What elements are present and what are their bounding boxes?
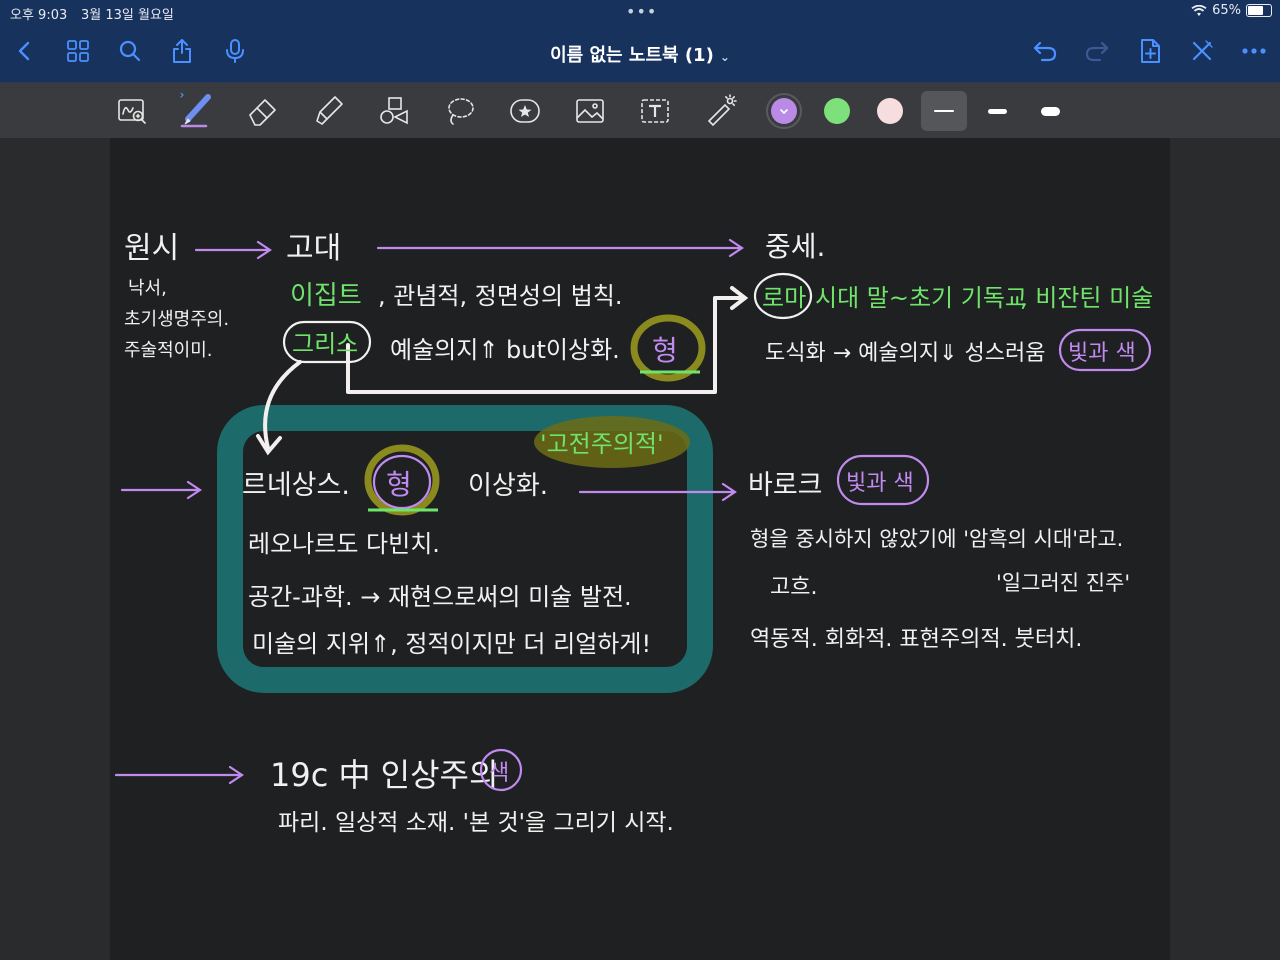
renaissance-line-2: 공간-과학. → 재현으로써의 미술 발전. bbox=[248, 583, 632, 611]
arrow-into-renaissance bbox=[120, 480, 202, 500]
medieval-light-color: 빛과 색 bbox=[1068, 341, 1136, 366]
medieval-section: 중세. 로마 시대 말~초기 기독교 , 비잔틴 미술 도식화 → 예술의지⇓ … bbox=[753, 230, 1153, 372]
medieval-rome-rest: 시대 말~초기 기독교 bbox=[815, 284, 1027, 312]
baroque-line-2-b: '일그러진 진주' bbox=[996, 571, 1130, 595]
arrow-primitive-ancient bbox=[194, 240, 272, 260]
medieval-rome: 로마 bbox=[762, 284, 806, 312]
primitive-title: 원시 bbox=[124, 231, 179, 266]
primitive-line-2: 초기생명주의. bbox=[124, 309, 229, 330]
baroque-line-3: 역동적. 회화적. 표현주의적. 붓터치. bbox=[750, 627, 1082, 652]
renaissance-classicism: '고전주의적' bbox=[540, 430, 664, 458]
medieval-title: 중세. bbox=[765, 230, 825, 263]
baroque-title: 바로크 bbox=[748, 470, 823, 501]
baroque-section: 바로크 빛과 색 형을 중시하지 않았기에 '암흑의 시대'라고. 고흐. '일… bbox=[748, 454, 1130, 652]
medieval-byzantine: , 비잔틴 미술 bbox=[1020, 284, 1153, 312]
arrow-ancient-medieval bbox=[376, 238, 744, 258]
handwritten-notes: 원시 낙서, 초기생명주의. 주술적이미. 고대 이집트 , 관념적, 정면성의… bbox=[114, 230, 1153, 836]
medieval-line-2: 도식화 → 예술의지⇓ 성스러움 bbox=[765, 341, 1046, 366]
ancient-greece: 그리스 bbox=[292, 330, 358, 358]
ancient-greece-rest: 예술의지⇑ but이상화. bbox=[390, 336, 620, 364]
primitive-line-1: 낙서, bbox=[128, 278, 167, 299]
baroque-line-1: 형을 중시하지 않았기에 '암흑의 시대'라고. bbox=[750, 527, 1123, 551]
renaissance-line-1: 레오나르도 다빈치. bbox=[248, 530, 440, 558]
baroque-line-2-a: 고흐. bbox=[770, 575, 817, 600]
ancient-egypt-rest: , 관념적, 정면성의 법칙. bbox=[378, 282, 623, 310]
arrow-into-19c bbox=[114, 765, 244, 785]
c19-section: 19c 中 인상주의 색 파리. 일상적 소재. '본 것'을 그리기 시작. bbox=[270, 748, 674, 836]
renaissance-title: 르네상스. bbox=[242, 470, 350, 501]
renaissance-line-3: 미술의 지위⇑, 정적이지만 더 리얼하게! bbox=[252, 630, 651, 658]
ancient-egypt: 이집트 bbox=[290, 281, 362, 311]
c19-title: 19c 中 인상주의 bbox=[270, 756, 498, 794]
c19-color: 색 bbox=[489, 761, 509, 786]
c19-line: 파리. 일상적 소재. '본 것'을 그리기 시작. bbox=[278, 810, 674, 836]
baroque-light-color: 빛과 색 bbox=[846, 471, 914, 496]
renaissance-form: 형 bbox=[386, 468, 412, 501]
ancient-title: 고대 bbox=[286, 231, 341, 266]
primitive-line-3: 주술적이미. bbox=[124, 340, 213, 361]
renaissance-idealize: 이상화. bbox=[468, 471, 548, 501]
ancient-form: 형 bbox=[652, 334, 678, 367]
